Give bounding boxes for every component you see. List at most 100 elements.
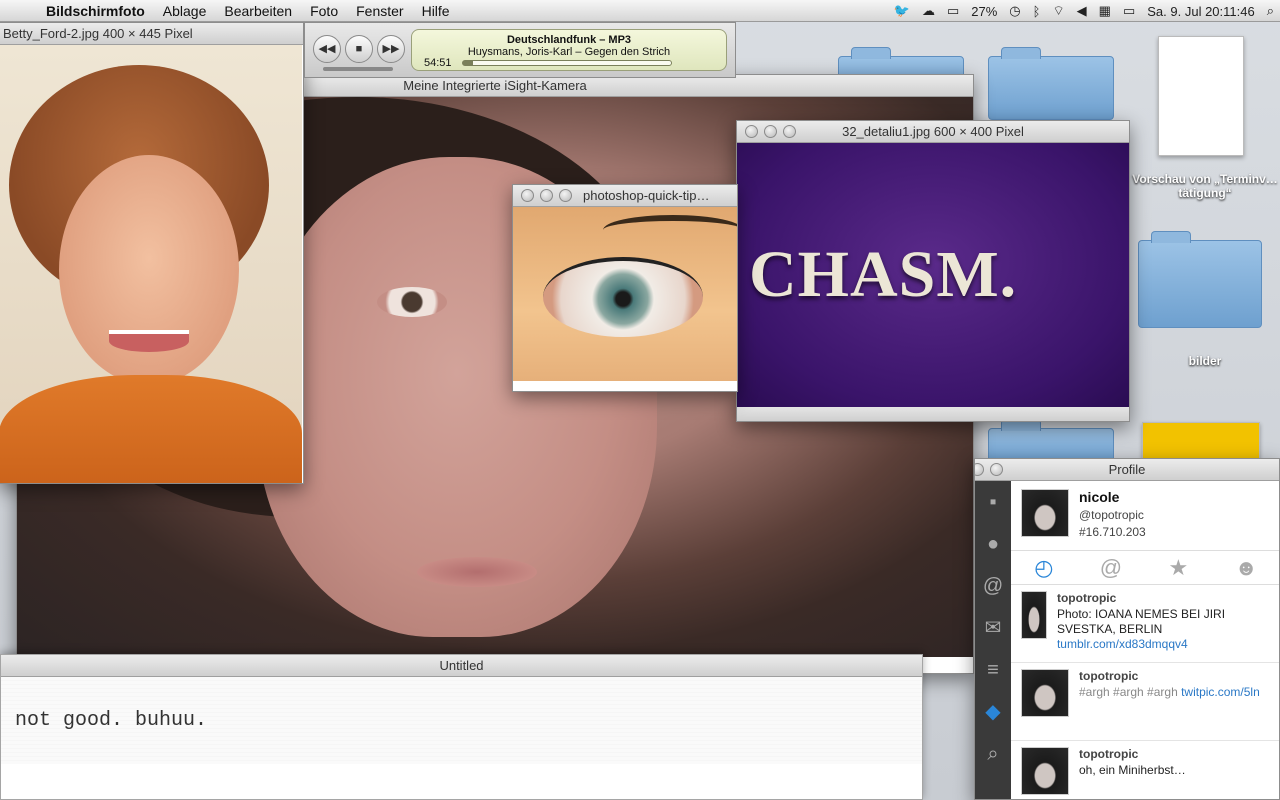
menu-extras: 🐦 ☁ ▭ 27% ◷ ᛒ ⌔ ◀ ▦ ▭ Sa. 9. Jul 20:11:4… <box>894 0 1274 22</box>
photo-eyebrow <box>603 215 737 245</box>
profile-header: nicole @topotropic #16.710.203 <box>1011 481 1279 551</box>
editor-text-area[interactable]: not good. buhuu. <box>1 677 922 764</box>
chasm-title: 32_detaliu1.jpg 600 × 400 Pixel <box>842 124 1024 139</box>
tweet-item[interactable]: topotropic oh, ein Miniherbst… <box>1011 741 1279 799</box>
close-button[interactable] <box>521 189 534 202</box>
desktop-folder-bilder[interactable]: bilder <box>1130 230 1280 380</box>
profile-handle: @topotropic <box>1079 508 1144 522</box>
tweet-text: oh, ein Miniherbst… <box>1079 763 1186 777</box>
tweet-link[interactable]: twitpic.com/5ln <box>1181 685 1260 699</box>
now-playing-display: Deutschlandfunk – MP3 Huysmans, Joris-Ka… <box>411 29 727 71</box>
menu-bar: Bildschirmfoto Ablage Bearbeiten Foto Fe… <box>0 0 1280 22</box>
minimize-button[interactable] <box>975 463 984 476</box>
folder-icon[interactable] <box>988 419 1114 462</box>
eye-titlebar[interactable]: photoshop-quick-tip… <box>513 185 737 207</box>
camera-title: Meine Integrierte iSight-Kamera <box>403 78 587 93</box>
messages-sidebar-icon[interactable]: ✉ <box>975 607 1011 649</box>
minimize-button[interactable] <box>764 125 777 138</box>
zoom-button[interactable] <box>783 125 796 138</box>
stop-button[interactable]: ■ <box>345 35 373 63</box>
mentions-sidebar-icon[interactable]: @ <box>975 565 1011 607</box>
twitter-titlebar[interactable]: Profile <box>975 459 1279 481</box>
avatar[interactable] <box>1021 591 1047 639</box>
elapsed-time: 54:51 <box>424 57 452 69</box>
resize-grip[interactable] <box>737 407 1129 421</box>
tweet-user[interactable]: topotropic <box>1079 669 1260 683</box>
tweet-item[interactable]: topotropic #argh #argh #argh twitpic.com/… <box>1011 663 1279 741</box>
menu-ablage[interactable]: Ablage <box>154 3 216 19</box>
image-file-icon[interactable] <box>1142 422 1260 462</box>
tweet-text: #argh #argh #argh <box>1079 685 1182 699</box>
calendar-icon[interactable]: ▦ <box>1099 3 1111 19</box>
time-machine-icon[interactable]: ◷ <box>1009 3 1020 19</box>
next-track-button[interactable]: ▶▶ <box>377 35 405 63</box>
cpu-percent[interactable]: 27% <box>971 4 997 19</box>
timeline-icon[interactable]: ◴ <box>1034 555 1053 580</box>
bluetooth-icon[interactable]: ᛒ <box>1033 4 1041 19</box>
menu-fenster[interactable]: Fenster <box>347 3 412 19</box>
betty-ford-photo <box>0 45 302 483</box>
volume-icon[interactable]: ◀ <box>1077 3 1087 19</box>
clock[interactable]: Sa. 9. Jul 20:11:46 <box>1147 4 1254 19</box>
tweet-link[interactable]: tumblr.com/xd83dmqqv4 <box>1057 637 1188 651</box>
track-progress-bar[interactable] <box>462 60 672 66</box>
user-icon[interactable]: ☻ <box>1235 555 1258 580</box>
search-sidebar-icon[interactable]: ⌕ <box>975 733 1011 775</box>
previous-track-button[interactable]: ◀◀ <box>313 35 341 63</box>
desktop-document[interactable]: Vorschau von „Terminv…tätigung“ <box>1130 36 1280 216</box>
tweet-user[interactable]: topotropic <box>1057 591 1271 605</box>
tweet-text: Photo: IOANA NEMES BEI JIRI SVESTKA, BER… <box>1056 607 1226 636</box>
battery-meter-icon[interactable]: ▭ <box>947 3 959 19</box>
station-name: Deutschlandfunk – MP3 <box>506 34 632 46</box>
timeline-sidebar-icon[interactable]: ● <box>975 523 1011 565</box>
text-editor-window[interactable]: Untitled not good. buhuu. <box>0 654 923 800</box>
profile-name: nicole <box>1079 489 1120 505</box>
twitter-bird-icon[interactable]: 🐦 <box>894 3 910 19</box>
minimize-button[interactable] <box>540 189 553 202</box>
photo-sweater <box>0 375 302 483</box>
zoom-button[interactable] <box>559 189 572 202</box>
zoom-button[interactable] <box>990 463 1003 476</box>
editor-title: Untitled <box>439 658 484 673</box>
track-progress-fill <box>463 61 474 65</box>
camera-mouth <box>417 557 537 587</box>
desktop-folder-label: bilder <box>1188 354 1222 368</box>
tweet-user[interactable]: topotropic <box>1079 747 1186 761</box>
betty-titlebar[interactable]: Betty_Ford-2.jpg 400 × 445 Pixel <box>0 23 303 45</box>
wifi-icon[interactable]: ⌔ <box>1052 3 1064 19</box>
chasm-image: CHASM. <box>737 143 1129 407</box>
twitter-title: Profile <box>1108 462 1146 477</box>
spotlight-icon[interactable]: ⌕ <box>1267 3 1274 19</box>
itunes-mini-player[interactable]: ◀◀ ■ ▶▶ Deutschlandfunk – MP3 Huysmans, … <box>304 22 736 78</box>
avatar[interactable] <box>1021 747 1069 795</box>
document-icon <box>1158 36 1244 156</box>
profile-sidebar-icon[interactable]: ◆ <box>975 691 1011 733</box>
eye-window[interactable]: photoshop-quick-tip… <box>512 184 738 392</box>
chasm-titlebar[interactable]: 32_detaliu1.jpg 600 × 400 Pixel <box>737 121 1129 143</box>
avatar[interactable] <box>1021 489 1069 537</box>
tweet-item[interactable]: topotropic Photo: IOANA NEMES BEI JIRI SV… <box>1011 585 1279 663</box>
editor-titlebar[interactable]: Untitled <box>1 655 922 677</box>
close-button[interactable] <box>745 125 758 138</box>
cloud-icon[interactable]: ☁ <box>922 3 935 19</box>
battery-icon[interactable]: ▭ <box>1123 3 1135 19</box>
betty-ford-window[interactable]: Betty_Ford-2.jpg 400 × 445 Pixel <box>0 22 304 484</box>
photo-eye <box>543 257 703 337</box>
menu-bearbeiten[interactable]: Bearbeiten <box>215 3 301 19</box>
menu-foto[interactable]: Foto <box>301 3 347 19</box>
account-avatar-icon[interactable]: ▪ <box>975 481 1011 523</box>
twitter-window[interactable]: Profile ▪ ● @ ✉ ≡ ◆ ⌕ nicole @topotropic… <box>974 458 1280 800</box>
favorites-icon[interactable]: ★ <box>1169 555 1189 580</box>
avatar[interactable] <box>1021 669 1069 717</box>
folder-icon[interactable] <box>988 47 1114 120</box>
folder-icon <box>1138 231 1262 328</box>
profile-tabs: ◴ @ ★ ☻ <box>1011 551 1279 585</box>
lists-sidebar-icon[interactable]: ≡ <box>975 649 1011 691</box>
menu-app-name[interactable]: Bildschirmfoto <box>40 3 154 19</box>
volume-slider[interactable] <box>323 67 393 71</box>
twitter-sidebar: ▪ ● @ ✉ ≡ ◆ ⌕ <box>975 481 1011 799</box>
desktop-document-label: Vorschau von „Terminv…tätigung“ <box>1132 172 1278 200</box>
mentions-icon[interactable]: @ <box>1100 555 1122 580</box>
chasm-window[interactable]: 32_detaliu1.jpg 600 × 400 Pixel CHASM. <box>736 120 1130 422</box>
menu-hilfe[interactable]: Hilfe <box>413 3 459 19</box>
